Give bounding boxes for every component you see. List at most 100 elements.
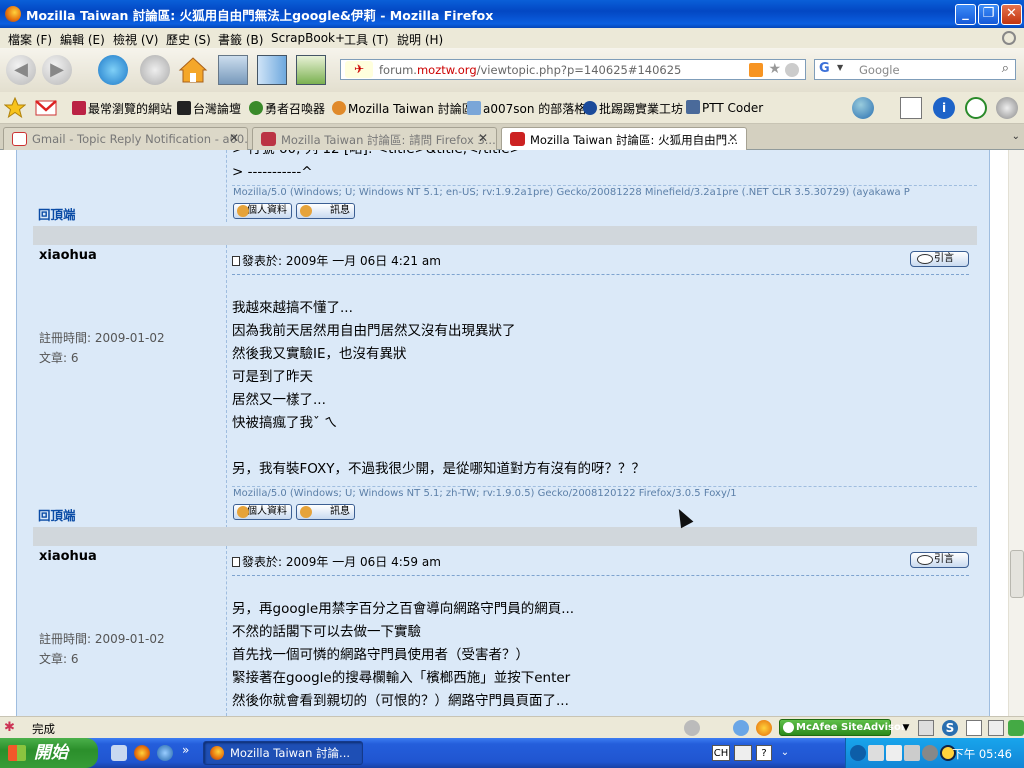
stop-button[interactable] <box>140 55 170 85</box>
notes-icon[interactable] <box>900 97 922 119</box>
ime-keyboard-icon[interactable] <box>734 745 752 761</box>
taskbar-clock[interactable]: 下午 05:46 <box>952 746 1012 762</box>
edit-status-icon[interactable] <box>988 720 1004 736</box>
mozilla-icon <box>332 101 346 115</box>
user-icon[interactable] <box>852 97 874 119</box>
url-bar[interactable]: ✈ forum.moztw.org/viewtopic.php?p=140625… <box>340 59 806 80</box>
url-text[interactable]: forum.moztw.org/viewtopic.php?p=140625#1… <box>379 63 681 77</box>
post-text-line: 另，再google用禁字百分之百會導向網路守門員的網頁... <box>232 601 575 617</box>
menu-view[interactable]: 檢視 (V) <box>113 31 158 48</box>
green-status-icon[interactable] <box>1008 720 1024 736</box>
bookmark-taiwan-forum[interactable]: 台灣論壇 <box>177 100 241 117</box>
back-button[interactable]: ◀ <box>6 55 36 85</box>
menu-edit[interactable]: 編輯 (E) <box>60 31 105 48</box>
tray-chevron-icon[interactable] <box>850 745 866 761</box>
reload-button[interactable] <box>98 55 128 85</box>
search-icon[interactable]: ⌕ <box>1002 61 1009 76</box>
status-gear-icon[interactable]: ✱ <box>4 720 20 736</box>
menu-scrapbook[interactable]: ScrapBook+ <box>271 31 345 45</box>
bookmark-most-visited[interactable]: 最常瀏覽的網站 <box>72 100 172 117</box>
firefox-status-icon[interactable] <box>756 720 772 736</box>
tab-list-icon[interactable]: ⌄ <box>1012 131 1020 142</box>
tools-gear-icon[interactable] <box>996 97 1018 119</box>
profile-button[interactable]: 個人資料 <box>233 504 292 520</box>
menu-help[interactable]: 說明 (H) <box>397 31 443 48</box>
tab-close-icon[interactable]: ✕ <box>728 131 738 145</box>
close-button[interactable]: ✕ <box>1001 4 1022 25</box>
tray-speaker-icon[interactable] <box>922 745 938 761</box>
maximize-button[interactable]: ❐ <box>978 4 999 25</box>
quicklaunch-more-button[interactable]: » <box>182 743 189 757</box>
tab-close-icon[interactable]: ✕ <box>229 131 239 145</box>
forward-button[interactable]: ▶ <box>42 55 72 85</box>
tab-current[interactable]: Mozilla Taiwan 討論區: 火狐用自由門... ✕ <box>501 127 747 151</box>
mcafee-dropdown-icon[interactable]: ▼ <box>898 720 914 736</box>
bookmark-a007son-blog[interactable]: a007son 的部落格 <box>467 100 586 117</box>
search-box[interactable]: G ▼ Google ⌕ <box>814 59 1016 80</box>
minimize-button[interactable]: _ <box>955 4 976 25</box>
quicklaunch-pen-icon[interactable] <box>111 745 127 761</box>
menu-history[interactable]: 歷史 (S) <box>166 31 211 48</box>
clipboard-status-icon[interactable] <box>918 720 934 736</box>
profile-button[interactable]: 個人資料 <box>233 203 292 219</box>
post-author[interactable]: xiaohua <box>39 549 97 564</box>
quicklaunch-firefox-icon[interactable] <box>134 745 150 761</box>
tray-pen-icon[interactable] <box>886 745 902 761</box>
post-author[interactable]: xiaohua <box>39 248 97 263</box>
star-icon[interactable] <box>4 97 26 119</box>
tab-close-icon[interactable]: ✕ <box>478 131 488 145</box>
tray-network-icon[interactable] <box>868 745 884 761</box>
tab-gmail[interactable]: Gmail - Topic Reply Notification - a00..… <box>3 127 248 150</box>
bookmark-hero-summoner[interactable]: 勇者召喚器 <box>249 100 325 117</box>
quicklaunch-ie-icon[interactable] <box>157 745 173 761</box>
tab-firefox-question[interactable]: Mozilla Taiwan 討論區: 請問 Firefox 3... ✕ <box>252 127 497 150</box>
bookmark-manager-button[interactable] <box>257 55 287 85</box>
bookmark-ptt[interactable]: 批踢踢實業工坊 <box>583 100 683 117</box>
window-titlebar[interactable]: Mozilla Taiwan 討論區: 火狐用自由門無法上google&伊莉 -… <box>0 0 1024 28</box>
post-date: 發表於: 2009年 一月 06日 4:21 am <box>232 252 441 269</box>
hero-summoner-icon <box>249 101 263 115</box>
addon-status-icon[interactable] <box>684 720 700 736</box>
back-to-top-link[interactable]: 回頂端 <box>38 204 76 223</box>
gmail-icon[interactable] <box>35 97 57 119</box>
quote-button[interactable]: 引言 <box>910 251 969 267</box>
tray-monitor-icon[interactable] <box>904 745 920 761</box>
post-text-line: > -----------^ <box>232 164 313 180</box>
engine-dropdown-icon[interactable]: ▼ <box>837 63 843 72</box>
menu-tools[interactable]: 工具 (T) <box>344 31 389 48</box>
tab-strip: Gmail - Topic Reply Notification - a00..… <box>0 124 1024 151</box>
moztw-tab-icon <box>261 132 276 146</box>
taskbar-firefox-window[interactable]: Mozilla Taiwan 討論... <box>203 741 363 765</box>
language-indicator[interactable]: CH <box>712 745 730 761</box>
s-status-icon[interactable]: S <box>942 720 958 736</box>
bookmark-star-icon[interactable]: ★ <box>768 61 781 77</box>
google-engine-icon[interactable]: G <box>819 61 830 76</box>
quote-button[interactable]: 引言 <box>910 552 969 568</box>
people-status-icon[interactable] <box>733 720 749 736</box>
vertical-scrollbar[interactable] <box>1008 150 1024 716</box>
home-button[interactable] <box>178 55 208 85</box>
extension-button[interactable] <box>296 55 326 85</box>
pm-button[interactable]: 訊息 <box>296 203 355 219</box>
page-status-icon[interactable] <box>966 720 982 736</box>
rss-feed-icon[interactable] <box>749 63 763 77</box>
info-icon[interactable]: i <box>933 97 955 119</box>
site-identity-icon[interactable]: ✈ <box>345 61 373 78</box>
ime-help-icon[interactable]: ? <box>756 745 772 761</box>
search-input[interactable]: Google <box>859 63 900 77</box>
ime-options-icon[interactable]: ⌄ <box>778 745 792 761</box>
play-block-icon[interactable] <box>965 97 987 119</box>
windows-taskbar: 開始 » Mozilla Taiwan 討論... CH ? ⌄ 下午 05:4… <box>0 738 1024 768</box>
menu-file[interactable]: 檔案 (F) <box>8 31 52 48</box>
start-button[interactable]: 開始 <box>0 738 98 768</box>
pm-button[interactable]: 訊息 <box>296 504 355 520</box>
scrollbar-thumb[interactable] <box>1010 550 1024 598</box>
sidebar-toggle-button[interactable] <box>218 55 248 85</box>
mcafee-siteadvisor-button[interactable]: McAfee SiteAdvisor <box>779 719 906 736</box>
back-to-top-link[interactable]: 回頂端 <box>38 505 76 524</box>
menu-bookmarks[interactable]: 書籤 (B) <box>218 31 263 48</box>
go-button[interactable] <box>785 63 799 77</box>
bookmark-mozilla-taiwan[interactable]: Mozilla Taiwan 討論區 <box>332 100 474 117</box>
post-text-line: 我越來越搞不懂了... <box>232 300 353 316</box>
bookmark-ptt-coder[interactable]: PTT Coder <box>686 100 763 115</box>
